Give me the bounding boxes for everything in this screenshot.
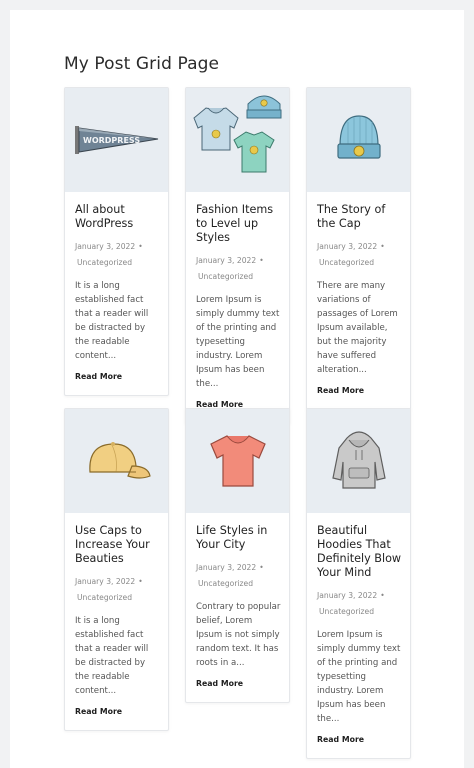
- post-meta: January 3, 2022 • Uncategorized: [317, 239, 402, 271]
- post-thumbnail[interactable]: [65, 409, 168, 513]
- read-more-link[interactable]: Read More: [317, 386, 364, 395]
- post-card: Use Caps to Increase Your Beauties Janua…: [64, 408, 169, 731]
- post-title[interactable]: The Story of the Cap: [317, 203, 402, 231]
- post-excerpt: It is a long established fact that a rea…: [75, 616, 149, 696]
- pennant-icon: WORDPRESS: [72, 120, 162, 160]
- post-category[interactable]: Uncategorized: [317, 255, 402, 271]
- post-meta: January 3, 2022 • Uncategorized: [75, 239, 160, 271]
- meta-separator: •: [259, 563, 264, 572]
- post-excerpt: There are many variations of passages of…: [317, 281, 398, 375]
- meta-separator: •: [138, 577, 143, 586]
- post-thumbnail[interactable]: [186, 409, 289, 513]
- pennant-text: WORDPRESS: [83, 136, 140, 145]
- read-more-link[interactable]: Read More: [196, 679, 243, 688]
- post-category[interactable]: Uncategorized: [75, 255, 160, 271]
- post-date: January 3, 2022: [75, 242, 136, 251]
- meta-separator: •: [138, 242, 143, 251]
- post-excerpt: It is a long established fact that a rea…: [75, 281, 149, 361]
- meta-separator: •: [380, 242, 385, 251]
- meta-separator: •: [380, 591, 385, 600]
- post-meta: January 3, 2022 • Uncategorized: [196, 253, 281, 285]
- post-card: Fashion Items to Level up Styles January…: [185, 87, 290, 424]
- post-excerpt: Contrary to popular belief, Lorem Ipsum …: [196, 602, 281, 668]
- post-excerpt: Lorem Ipsum is simply dummy text of the …: [196, 295, 280, 389]
- post-category[interactable]: Uncategorized: [75, 590, 160, 606]
- post-meta: January 3, 2022 • Uncategorized: [75, 574, 160, 606]
- post-excerpt: Lorem Ipsum is simply dummy text of the …: [317, 630, 401, 724]
- post-category[interactable]: Uncategorized: [196, 576, 281, 592]
- post-card: WORDPRESS All about WordPress January 3,…: [64, 87, 169, 396]
- read-more-link[interactable]: Read More: [75, 372, 122, 381]
- post-meta: January 3, 2022 • Uncategorized: [317, 588, 402, 620]
- post-card: Beautiful Hoodies That Definitely Blow Y…: [306, 408, 411, 759]
- page-title: My Post Grid Page: [64, 54, 220, 74]
- meta-separator: •: [259, 256, 264, 265]
- read-more-link[interactable]: Read More: [317, 735, 364, 744]
- post-title[interactable]: All about WordPress: [75, 203, 160, 231]
- post-date: January 3, 2022: [196, 563, 257, 572]
- post-category[interactable]: Uncategorized: [317, 604, 402, 620]
- post-card: The Story of the Cap January 3, 2022 • Un…: [306, 87, 411, 410]
- post-thumbnail[interactable]: WORDPRESS: [65, 88, 168, 192]
- beanie-icon: [334, 112, 384, 168]
- hoodie-icon: [329, 428, 389, 494]
- post-category[interactable]: Uncategorized: [196, 269, 281, 285]
- post-title[interactable]: Fashion Items to Level up Styles: [196, 203, 281, 245]
- post-date: January 3, 2022: [317, 242, 378, 251]
- post-title[interactable]: Beautiful Hoodies That Definitely Blow Y…: [317, 524, 402, 580]
- post-title[interactable]: Use Caps to Increase Your Beauties: [75, 524, 160, 566]
- post-title[interactable]: Life Styles in Your City: [196, 524, 281, 552]
- tshirt-icon: [207, 430, 269, 492]
- post-date: January 3, 2022: [317, 591, 378, 600]
- read-more-link[interactable]: Read More: [75, 707, 122, 716]
- post-date: January 3, 2022: [75, 577, 136, 586]
- post-card: Life Styles in Your City January 3, 2022…: [185, 408, 290, 703]
- cap-icon: [82, 436, 152, 486]
- post-date: January 3, 2022: [196, 256, 257, 265]
- clothing-set-icon: [186, 88, 289, 192]
- page-container: My Post Grid Page WORDPRESS All about Wo…: [10, 10, 464, 768]
- post-thumbnail[interactable]: [307, 409, 410, 513]
- post-meta: January 3, 2022 • Uncategorized: [196, 560, 281, 592]
- post-thumbnail[interactable]: [307, 88, 410, 192]
- post-thumbnail[interactable]: [186, 88, 289, 192]
